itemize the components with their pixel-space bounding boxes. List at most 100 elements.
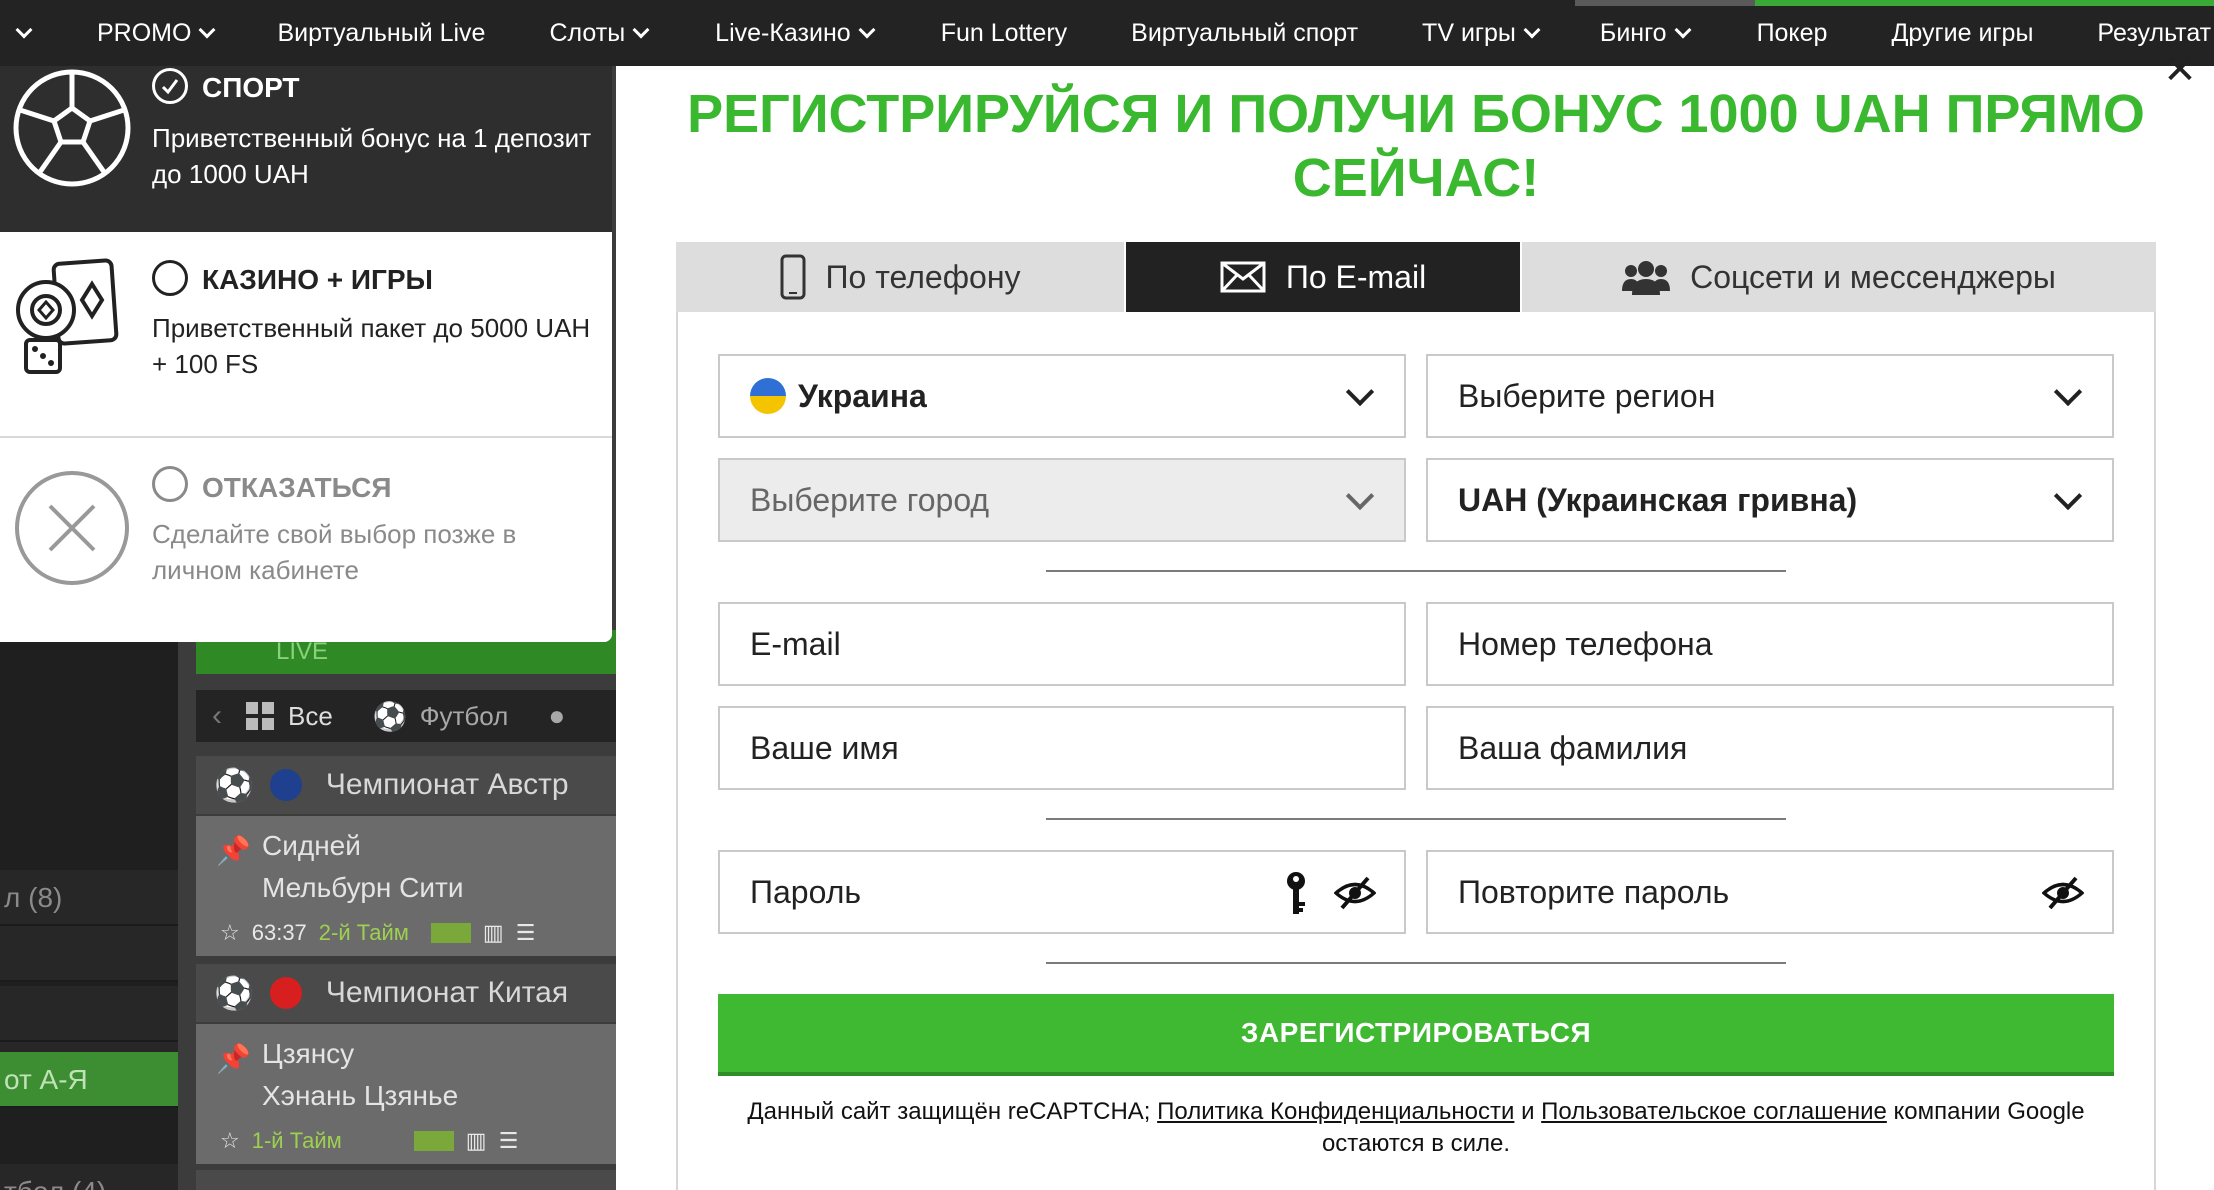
nav-label: Виртуальный Live (277, 18, 486, 47)
china-flag-icon (269, 977, 302, 1009)
stats-icon[interactable]: ▥ (483, 920, 504, 946)
email-field[interactable]: E-mail (718, 602, 1406, 686)
team-away: Мельбурн Сити (262, 872, 464, 903)
filter-all[interactable]: Все (288, 701, 333, 732)
phone-icon (780, 254, 806, 300)
first-name-placeholder: Ваше имя (750, 729, 899, 766)
bonus-option-casino[interactable]: КАЗИНО + ИГРЫ Приветственный пакет до 50… (0, 232, 612, 438)
country-select[interactable]: Украина (718, 354, 1406, 438)
tab-email[interactable]: По E-mail (1126, 242, 1522, 312)
nav-item-poker[interactable]: Покер (1757, 0, 1828, 66)
nav-label: PROMO (97, 18, 192, 47)
divider (1046, 962, 1786, 964)
sidebar-row[interactable]: л (8) (0, 870, 178, 926)
sidebar-row-sort[interactable]: от А-Я (0, 1052, 178, 1108)
password-field[interactable]: Пароль (718, 850, 1406, 934)
divider (1046, 570, 1786, 572)
sport-filter-bar: ‹ Все ⚽ Футбол ● (196, 690, 620, 742)
currency-select[interactable]: UAH (Украинская гривна) (1426, 458, 2114, 542)
nav-label: Слоты (549, 18, 626, 47)
soccer-ball-icon: ⚽ (214, 975, 254, 1011)
match-row[interactable]: 📌 Цзянсу Хэнань Цзянье ☆ 1-й Тайм ▥ ☰ (196, 1024, 620, 1164)
nav-label: Покер (1756, 18, 1828, 47)
league-row[interactable]: ⚽ Чемпионат Австр (196, 756, 620, 814)
captcha-line-2: остаются в силе. (1321, 1130, 1511, 1157)
radio-unchecked[interactable] (152, 466, 188, 502)
match-period: 2-й Тайм (318, 920, 409, 945)
match-row[interactable]: 📌 Сидней Мельбурн Сити ☆ 63:37 2-й Тайм … (196, 816, 620, 956)
privacy-policy-link[interactable]: Политика Конфиденциальности (1157, 1098, 1514, 1125)
team-home: Сидней (262, 830, 361, 861)
tab-phone[interactable]: По телефону (676, 242, 1126, 312)
repeat-password-field[interactable]: Повторите пароль (1426, 850, 2114, 934)
terms-link[interactable]: Пользовательское соглашение (1541, 1098, 1887, 1125)
bonus-option-sport[interactable]: СПОРТ Приветственный бонус на 1 депозит … (0, 66, 612, 232)
nav-cut-item[interactable] (0, 0, 40, 66)
nav-item-bingo[interactable]: Бинго (1600, 0, 1693, 66)
team-away: Хэнань Цзянье (262, 1080, 459, 1111)
nav-item-slots[interactable]: Слоты (549, 0, 651, 66)
nav-label: Другие игры (1891, 18, 2034, 47)
email-placeholder: E-mail (750, 625, 841, 662)
chevron-down-icon (1674, 21, 1692, 39)
register-button[interactable]: ЗАРЕГИСТРИРОВАТЬСЯ (718, 994, 2114, 1076)
soccer-ball-icon: ⚽ (372, 700, 408, 732)
chevron-down-icon (2053, 481, 2083, 511)
nav-label: Виртуальный спорт (1131, 18, 1359, 47)
key-icon[interactable] (1284, 870, 1308, 926)
region-select[interactable]: Выберите регион (1426, 354, 2114, 438)
match-meta: ☆ 1-й Тайм ▥ ☰ (220, 1128, 518, 1154)
pin-icon[interactable]: 📌 (216, 834, 251, 867)
star-icon[interactable]: ☆ (220, 1128, 240, 1154)
nav-item-live-casino[interactable]: Live-Казино (715, 0, 877, 66)
nav-item-tv-games[interactable]: TV игры (1422, 0, 1542, 66)
league-name: Чемпионат Китая (325, 976, 569, 1009)
field-icon (413, 1131, 454, 1151)
close-icon[interactable]: ✕ (2160, 50, 2200, 90)
stats-icon[interactable]: ▥ (466, 1128, 487, 1154)
chevron-down-icon (858, 21, 876, 39)
first-name-field[interactable]: Ваше имя (718, 706, 1406, 790)
nav-item-virtual-sport[interactable]: Виртуальный спорт (1131, 0, 1358, 66)
bonus-desc: Приветственный пакет до 5000 UAH + 100 F… (152, 313, 591, 379)
star-icon[interactable]: ☆ (220, 920, 240, 946)
password-placeholder: Пароль (750, 873, 862, 910)
league-row[interactable]: ⚽ Чемпионат Китая (196, 964, 620, 1022)
tab-social[interactable]: Соцсети и мессенджеры (1522, 242, 2156, 312)
sidebar-row[interactable]: тбол (4) (0, 1164, 178, 1190)
nav-item-fun-lottery[interactable]: Fun Lottery (941, 0, 1067, 66)
list-icon[interactable]: ☰ (516, 920, 536, 946)
list-icon[interactable]: ☰ (499, 1128, 519, 1154)
pin-icon[interactable]: 📌 (216, 1042, 251, 1075)
tab-label: Соцсети и мессенджеры (1690, 258, 2056, 295)
city-select[interactable]: Выберите город (718, 458, 1406, 542)
match-meta: ☆ 63:37 2-й Тайм ▥ ☰ (220, 920, 535, 946)
radio-unchecked[interactable] (152, 260, 188, 296)
registration-headline: РЕГИСТРИРУЙСЯ И ПОЛУЧИ БОНУС 1000 UAH ПР… (676, 82, 2156, 210)
phone-placeholder: Номер телефона (1458, 625, 1713, 662)
bonus-option-decline[interactable]: ОТКАЗАТЬСЯ Сделайте свой выбор позже в л… (0, 438, 612, 642)
eye-hidden-icon[interactable] (2041, 876, 2085, 918)
city-placeholder: Выберите город (750, 481, 990, 518)
nav-item-virtual-live[interactable]: Виртуальный Live (277, 0, 485, 66)
recaptcha-notice: Данный сайт защищён reCAPTCHA; Политика … (718, 1096, 2114, 1160)
match-period: 1-й Тайм (251, 1128, 342, 1153)
captcha-suffix: компании Google (1886, 1098, 2085, 1125)
decline-x-icon (15, 471, 129, 585)
captcha-and: и (1514, 1098, 1542, 1125)
chevron-left-icon[interactable]: ‹ (212, 699, 222, 733)
phone-field[interactable]: Номер телефона (1426, 602, 2114, 686)
chevron-down-icon (1523, 21, 1541, 39)
ukraine-flag-icon (750, 378, 786, 414)
last-name-field[interactable]: Ваша фамилия (1426, 706, 2114, 790)
sidebar-row[interactable] (0, 986, 178, 1042)
league-name: Чемпионат Австр (325, 768, 569, 801)
eye-hidden-icon[interactable] (1333, 876, 1377, 918)
sidebar-row[interactable] (0, 926, 178, 982)
nav-item-other-games[interactable]: Другие игры (1891, 0, 2033, 66)
registration-tabs: По телефону По E-mail Соцсети и мессендж… (676, 242, 2156, 312)
bonus-title: СПОРТ (202, 72, 300, 103)
radio-checked[interactable] (152, 68, 188, 104)
filter-football[interactable]: Футбол (420, 701, 509, 732)
nav-item-promo[interactable]: PROMO (97, 0, 217, 66)
